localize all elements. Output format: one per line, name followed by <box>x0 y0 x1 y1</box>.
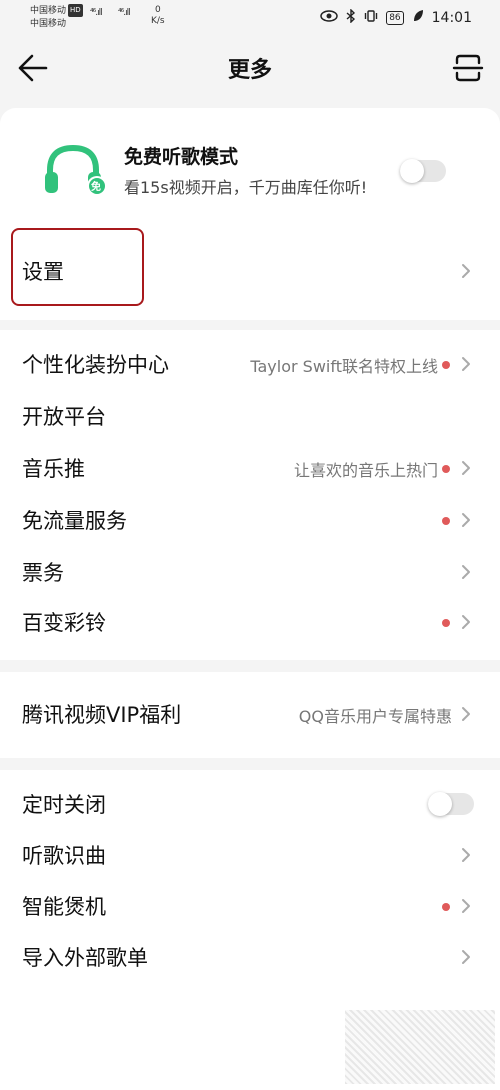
signal-icon-2: ⁴⁶.ıll <box>118 8 131 18</box>
scan-icon[interactable] <box>450 50 486 86</box>
bluetooth-icon <box>346 8 356 27</box>
item-label: 票务 <box>22 561 64 585</box>
chevron-right-icon <box>462 357 470 371</box>
free-badge-text: 免 <box>91 182 101 193</box>
list-item-import-playlist[interactable]: 导入外部歌单 <box>0 934 500 980</box>
item-hint: Taylor Swift联名特权上线 <box>250 357 438 376</box>
leaf-icon <box>412 9 424 27</box>
headphone-icon: 免 <box>42 142 108 198</box>
item-label: 百变彩铃 <box>22 611 106 635</box>
chevron-right-icon <box>462 461 470 475</box>
list-item-smart-burn-in[interactable]: 智能煲机 <box>0 883 500 929</box>
item-hint: 让喜欢的音乐上热门 <box>293 461 438 480</box>
carrier-2: 中国移动 <box>30 19 67 29</box>
free-mode-title: 免费听歌模式 <box>124 146 239 168</box>
carrier-info: 中国移动 HD 中国移动 <box>30 4 83 31</box>
free-mode-subtitle: 看15s视频开启，千万曲库任你听! <box>124 178 368 197</box>
list-item-personalize[interactable]: 个性化装扮中心 Taylor Swift联名特权上线 <box>0 341 500 387</box>
status-icons: 86 14:01 <box>320 8 472 27</box>
item-label: 开放平台 <box>22 405 106 429</box>
speed-unit: K/s <box>151 16 165 26</box>
carrier-1: 中国移动 <box>30 6 67 16</box>
free-mode-toggle[interactable] <box>400 159 446 183</box>
clock-time: 14:01 <box>431 10 472 26</box>
item-label: 音乐推 <box>22 457 85 481</box>
item-label: 定时关闭 <box>22 793 106 817</box>
chevron-right-icon <box>462 513 470 527</box>
battery-icon: 86 <box>386 11 404 25</box>
vibrate-icon <box>364 9 378 27</box>
item-label: 智能煲机 <box>22 895 106 919</box>
item-label: 导入外部歌单 <box>22 946 148 970</box>
list-item-sleep-timer[interactable]: 定时关闭 <box>0 781 500 827</box>
eye-icon <box>320 10 338 26</box>
chevron-right-icon <box>462 707 470 721</box>
notification-dot <box>442 465 450 473</box>
chevron-right-icon <box>462 950 470 964</box>
signal-icon-1: ⁴⁶.ıll <box>90 8 103 18</box>
notification-dot <box>442 517 450 525</box>
chevron-right-icon <box>462 615 470 629</box>
list-item-free-traffic[interactable]: 免流量服务 <box>0 497 500 543</box>
hd-badge: HD <box>68 4 83 17</box>
list-item-tickets[interactable]: 票务 <box>0 549 500 595</box>
item-label: 听歌识曲 <box>22 844 106 868</box>
settings-highlight-box <box>11 228 144 306</box>
list-item-music-promote[interactable]: 音乐推 让喜欢的音乐上热门 <box>0 445 500 491</box>
chevron-right-icon <box>462 899 470 913</box>
item-hint: QQ音乐用户专属特惠 <box>298 707 452 726</box>
header-bar: 更多 <box>0 38 500 98</box>
item-label: 个性化装扮中心 <box>22 353 169 377</box>
notification-dot <box>442 619 450 627</box>
sleep-timer-toggle[interactable] <box>428 792 474 816</box>
item-label: 腾讯视频VIP福利 <box>22 703 182 727</box>
watermark <box>345 1010 495 1084</box>
chevron-right-icon <box>462 848 470 862</box>
list-item-song-recognition[interactable]: 听歌识曲 <box>0 832 500 878</box>
page-title: 更多 <box>227 58 272 83</box>
item-label: 免流量服务 <box>22 509 127 533</box>
network-speed: 0 K/s <box>151 5 165 27</box>
list-item-ringtone[interactable]: 百变彩铃 <box>0 599 500 645</box>
notification-dot <box>442 903 450 911</box>
notification-dot <box>442 361 450 369</box>
list-item-tencent-video-vip[interactable]: 腾讯视频VIP福利 QQ音乐用户专属特惠 <box>0 691 500 737</box>
list-item-open-platform[interactable]: 开放平台 <box>0 393 500 439</box>
speed-value: 0 <box>154 5 161 15</box>
chevron-right-icon <box>462 264 470 278</box>
chevron-right-icon <box>462 565 470 579</box>
status-bar: 中国移动 HD 中国移动 ⁴⁶.ıll ⁴⁶.ıll 0 K/s 86 14:01 <box>0 0 500 38</box>
